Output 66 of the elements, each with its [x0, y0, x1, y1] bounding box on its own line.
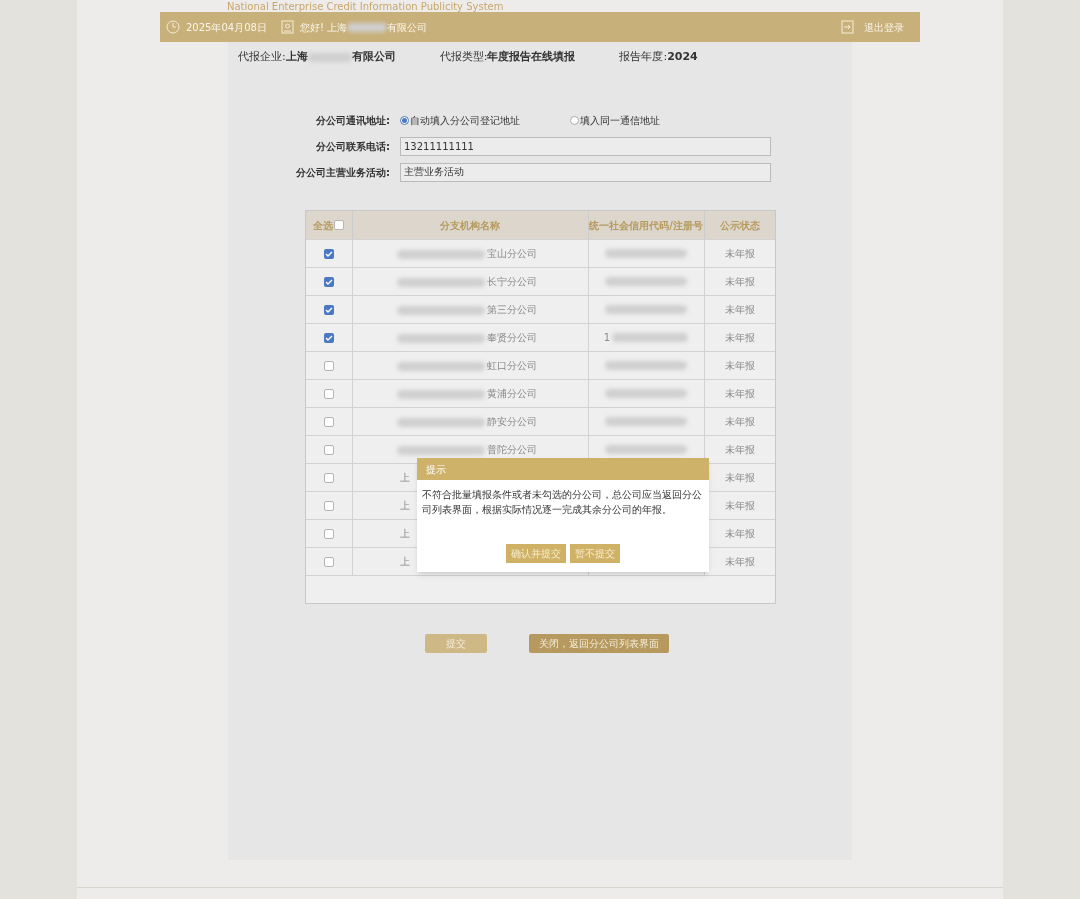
checkbox[interactable] — [323, 528, 334, 539]
logout-button[interactable]: 退出登录 — [841, 19, 914, 35]
summary-item: 代报类型:年度报告在线填报 — [439, 48, 576, 65]
summary-item: 代报企业:上海 有限公司 — [238, 48, 396, 65]
table-cell-text: 上 — [399, 555, 410, 569]
table-cell-text: 宝山分公司 — [486, 247, 537, 261]
checkbox[interactable] — [323, 388, 334, 399]
table-cell-text: 未年报 — [723, 247, 756, 261]
action-button[interactable]: 提交 — [425, 634, 487, 653]
table-cell-text: 长宁分公司 — [486, 275, 537, 289]
table-cell-text: 上 — [399, 471, 410, 485]
table-cell-text: 未年报 — [723, 471, 756, 485]
site-title: National Enterprise Credit Information Publicity System — [227, 1, 504, 12]
table-cell-text: 1 — [603, 331, 611, 345]
checkbox[interactable] — [323, 276, 334, 287]
checkbox[interactable] — [334, 220, 344, 230]
checkbox[interactable] — [323, 472, 334, 483]
checkbox[interactable] — [323, 444, 334, 455]
logout-icon — [841, 20, 854, 34]
dialog-message: 不符合批量填报条件或者未勾选的分公司，总公司应当返回分公司列表界面，根据实际情况逐一完成其余分公司的年报。 — [420, 488, 703, 517]
table-cell-text: 未年报 — [723, 415, 756, 429]
checkbox[interactable] — [323, 248, 334, 259]
table-cell-text: 未年报 — [723, 443, 756, 457]
checkbox[interactable] — [323, 500, 334, 511]
clock-icon — [166, 20, 180, 34]
id-card-icon — [280, 20, 294, 34]
table-cell-text: 静安分公司 — [486, 415, 537, 429]
table-cell-text: 上 — [399, 499, 410, 513]
dialog-button[interactable]: 暂不提交 — [569, 544, 620, 563]
table-cell-text: 虹口分公司 — [486, 359, 537, 373]
input-field[interactable]: 主营业务活动 — [400, 162, 771, 182]
header-cell: 统一社会信用代码/注册号 — [588, 211, 705, 239]
table-cell-text: 未年报 — [723, 527, 756, 541]
checkbox[interactable] — [323, 332, 334, 343]
summary-item: 报告年度:2024 — [619, 48, 698, 65]
action-button[interactable]: 关闭，返回分公司列表界面 — [529, 634, 669, 653]
table-cell-text: 未年报 — [723, 331, 756, 345]
input-field[interactable]: 13211111111 — [400, 136, 771, 156]
table-cell-text: 黄浦分公司 — [486, 387, 537, 401]
checkbox[interactable] — [323, 556, 334, 567]
checkbox[interactable] — [323, 360, 334, 371]
table-cell-text: 普陀分公司 — [486, 443, 537, 457]
field-label: 分公司通讯地址: — [315, 113, 391, 128]
dialog-button[interactable]: 确认并提交 — [505, 544, 566, 563]
table-cell-text: 未年报 — [723, 359, 756, 373]
table-cell-text: 奉贤分公司 — [486, 331, 537, 345]
date-text: 2025年04月08日 — [186, 20, 267, 35]
table-cell-text: 上 — [399, 527, 410, 541]
header-cell: 全选 — [305, 211, 353, 239]
table-cell-text: 未年报 — [723, 275, 756, 289]
header-cell-text: 公示状态 — [718, 218, 761, 233]
header-cell: 分支机构名称 — [352, 211, 589, 239]
table-cell-text: 未年报 — [723, 555, 756, 569]
table-cell-text: 未年报 — [723, 387, 756, 401]
radio-option[interactable]: 自动填入分公司登记地址 — [400, 112, 570, 128]
checkbox[interactable] — [323, 416, 334, 427]
checkbox[interactable] — [323, 304, 334, 315]
table-cell-text: 未年报 — [723, 303, 756, 317]
radio-option[interactable]: 填入同一通信地址 — [570, 112, 660, 128]
greeting-text: 您好! 上海 有限公司 — [299, 20, 428, 35]
dialog-title: 提示 — [425, 462, 446, 477]
field-label: 分公司联系电话: — [315, 139, 391, 154]
field-label: 分公司主营业务活动: — [295, 165, 391, 180]
table-cell-text: 第三分公司 — [486, 303, 537, 317]
redacted-text — [347, 22, 388, 32]
table-cell-text: 未年报 — [723, 499, 756, 513]
